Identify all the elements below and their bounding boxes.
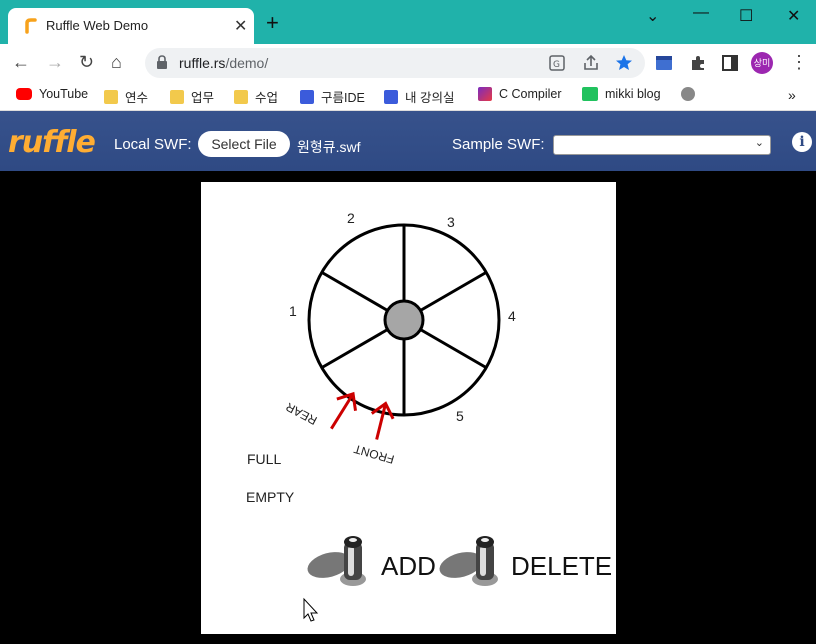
file-name: 원형큐.swf xyxy=(297,139,361,155)
rear-arrow-icon xyxy=(330,391,357,430)
bookmark-folder-2[interactable]: 업무 xyxy=(170,87,214,106)
delete-button[interactable]: DELETE xyxy=(511,551,612,582)
slot-number-3: 3 xyxy=(447,214,455,230)
bookmark-goorm-ide[interactable]: 구름IDE xyxy=(300,87,365,106)
bookmark-mikki-blog[interactable]: mikki blog xyxy=(582,87,661,101)
extension-window-icon[interactable] xyxy=(655,54,673,72)
queue-wheel xyxy=(307,223,501,417)
forward-icon[interactable]: → xyxy=(46,52,64,73)
ruffle-header: ruffle Local SWF: Select File 원형큐.swf Sa… xyxy=(0,111,816,171)
close-window-icon[interactable]: ✕ xyxy=(787,6,800,26)
tab-search-icon[interactable]: ⌄ xyxy=(646,6,659,26)
bookmark-youtube[interactable]: YouTube xyxy=(16,87,88,101)
goorm-icon xyxy=(384,89,398,104)
sample-swf-select[interactable]: ⌄ xyxy=(553,135,771,155)
front-label: FRONT xyxy=(352,442,396,467)
info-icon[interactable]: i xyxy=(792,132,812,152)
bookmark-my-classroom[interactable]: 내 강의실 xyxy=(384,87,454,106)
tab-close-icon[interactable]: ✕ xyxy=(234,16,247,36)
slot-number-5: 5 xyxy=(456,408,464,424)
goorm-icon xyxy=(300,89,314,104)
extensions-puzzle-icon[interactable] xyxy=(689,54,707,72)
folder-icon xyxy=(234,89,248,104)
delete-toggle-switch xyxy=(439,536,498,586)
share-icon[interactable] xyxy=(582,54,600,72)
side-panel-icon[interactable] xyxy=(721,54,739,72)
bookmark-star-icon[interactable] xyxy=(615,54,633,72)
sample-swf-label: Sample SWF: xyxy=(452,136,545,153)
more-bookmarks-icon[interactable]: » xyxy=(788,87,796,103)
globe-icon[interactable] xyxy=(681,87,695,101)
bookmark-folder-1[interactable]: 연수 xyxy=(104,87,148,106)
empty-indicator: EMPTY xyxy=(246,489,295,505)
address-bar[interactable]: ruffle.rs/demo/ G xyxy=(145,48,645,78)
ruffle-logo[interactable]: ruffle xyxy=(8,125,96,160)
slot-number-4: 4 xyxy=(508,308,516,324)
chevron-down-icon: ⌄ xyxy=(754,137,764,149)
mouse-cursor-icon xyxy=(303,597,319,622)
minimize-icon[interactable]: — xyxy=(693,4,709,22)
slot-number-1: 1 xyxy=(289,303,297,319)
lock-icon xyxy=(157,55,167,69)
reload-icon[interactable]: ↻ xyxy=(79,52,94,73)
browser-tab[interactable]: Ruffle Web Demo ✕ xyxy=(8,8,254,44)
add-toggle-switch xyxy=(307,536,366,586)
full-indicator: FULL xyxy=(247,451,282,467)
svg-text:G: G xyxy=(553,60,560,70)
new-tab-icon[interactable]: + xyxy=(266,12,279,34)
back-icon[interactable]: ← xyxy=(12,52,30,73)
home-icon[interactable]: ⌂ xyxy=(111,52,122,73)
tab-strip: Ruffle Web Demo ✕ + ⌄ — ☐ ✕ xyxy=(0,0,816,44)
local-swf-label: Local SWF: xyxy=(114,136,192,153)
folder-icon xyxy=(170,89,184,104)
maximize-icon[interactable]: ☐ xyxy=(739,6,753,26)
add-button[interactable]: ADD xyxy=(381,551,436,582)
blog-icon xyxy=(582,87,598,101)
slot-number-2: 2 xyxy=(347,210,355,226)
select-file-button[interactable]: Select File xyxy=(198,131,290,157)
folder-icon xyxy=(104,89,118,104)
menu-kebab-icon[interactable]: ⋮ xyxy=(790,52,808,73)
tab-title: Ruffle Web Demo xyxy=(46,18,149,33)
ruffle-favicon-icon xyxy=(22,17,40,35)
profile-avatar[interactable]: 상미 xyxy=(751,52,773,74)
youtube-icon xyxy=(16,88,32,100)
url-text: ruffle.rs/demo/ xyxy=(179,55,269,71)
rear-label: REAR xyxy=(283,400,319,428)
bookmark-c-compiler[interactable]: C Compiler xyxy=(478,87,562,101)
bookmarks-bar: YouTube 연수 업무 수업 구름IDE 내 강의실 C Compiler … xyxy=(0,82,816,111)
front-arrow-icon xyxy=(370,401,395,440)
flash-stage[interactable]: REAR FRONT 2 3 1 4 5 FULL EMPTY ADD DELE… xyxy=(201,182,616,634)
bookmark-folder-3[interactable]: 수업 xyxy=(234,87,278,106)
translate-icon[interactable]: G xyxy=(548,54,566,72)
browser-toolbar: ← → ↻ ⌂ ruffle.rs/demo/ G 상미 ⋮ xyxy=(0,44,816,82)
compiler-icon xyxy=(478,87,492,101)
